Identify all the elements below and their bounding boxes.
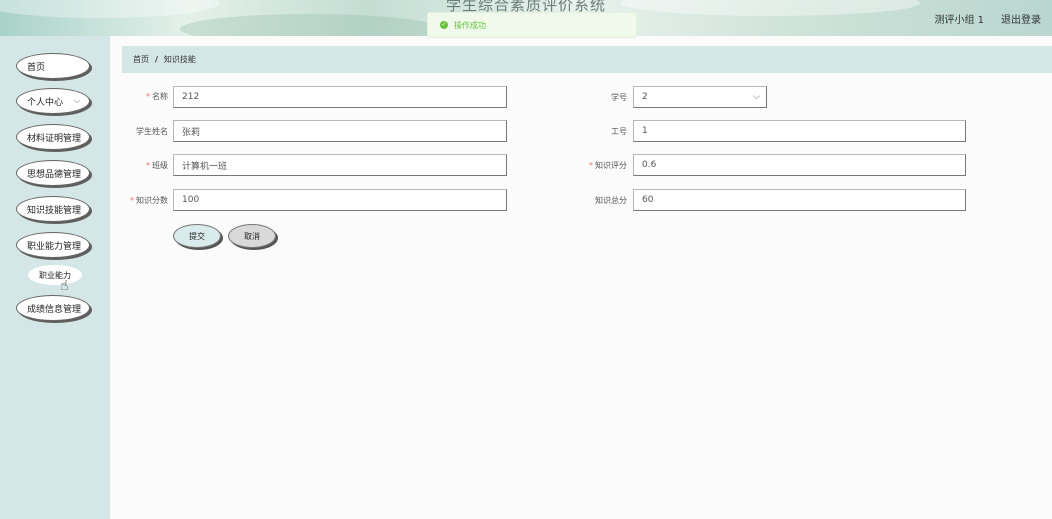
knowledge-score-label-text: 知识分数 — [136, 196, 168, 205]
class-label: * 班级 — [108, 160, 168, 171]
student-name-field[interactable]: 张莉 — [173, 120, 507, 142]
staff-id-field[interactable]: 1 — [633, 120, 966, 142]
required-mark: * — [146, 161, 150, 170]
sidebar-item-label: 个人中心 — [27, 97, 64, 108]
staff-id-label: 工号 — [611, 127, 627, 136]
required-mark: * — [146, 92, 150, 101]
sidebar-item-morality[interactable]: 思想品德管理 — [16, 160, 90, 186]
sidebar-item-personal-center[interactable]: 个人中心 ⌵ — [16, 88, 90, 114]
submit-button[interactable]: 提交 — [173, 224, 221, 248]
success-toast: ✓ 操作成功 — [427, 12, 637, 38]
sidebar-subitem-career-ability[interactable]: 职业能力 — [28, 265, 82, 285]
check-circle-icon: ✓ — [440, 21, 448, 29]
name-value: 212 — [182, 92, 200, 102]
sidebar-item-career-ability[interactable]: 职业能力管理 — [16, 232, 90, 258]
chevron-down-icon: ⌵ — [753, 92, 760, 102]
breadcrumb: 首页 / 知识技能 — [122, 46, 1052, 73]
header-decoration — [180, 14, 440, 36]
current-user: 测评小组 1 — [934, 15, 984, 26]
knowledge-total-value: 60 — [642, 195, 654, 205]
class-label-text: 班级 — [152, 161, 168, 170]
required-mark: * — [589, 161, 593, 170]
knowledge-score-field[interactable]: 100 — [173, 189, 507, 211]
sidebar-item-label: 首页 — [27, 62, 46, 73]
student-id-label: 学号 — [611, 93, 627, 102]
toast-message: 操作成功 — [454, 20, 486, 30]
knowledge-total-label: 知识总分 — [595, 196, 627, 205]
sidebar-item-label: 知识技能管理 — [27, 205, 82, 216]
sidebar-item-materials[interactable]: 材料证明管理 — [16, 124, 90, 150]
sidebar-item-label: 成绩信息管理 — [27, 304, 82, 315]
sidebar-item-label: 思想品德管理 — [27, 169, 82, 180]
student-id-value: 2 — [642, 92, 648, 102]
sidebar-item-grades[interactable]: 成绩信息管理 — [16, 295, 90, 321]
knowledge-rate-label-text: 知识评分 — [595, 161, 627, 170]
logout-button[interactable]: 退出登录 — [1001, 11, 1041, 26]
sidebar-item-label: 职业能力管理 — [27, 241, 82, 252]
knowledge-score-label: * 知识分数 — [108, 195, 168, 206]
name-label: * 名称 — [108, 91, 168, 102]
sidebar-item-label: 材料证明管理 — [27, 133, 82, 144]
knowledge-score-value: 100 — [182, 195, 200, 205]
class-field[interactable]: 计算机一班 — [173, 154, 507, 176]
student-name-label: 学生姓名 — [136, 127, 168, 136]
student-id-select[interactable]: 2 ⌵ — [633, 86, 767, 108]
sidebar-item-home[interactable]: 首页 — [16, 53, 90, 79]
cancel-button[interactable]: 取消 — [228, 224, 276, 248]
knowledge-rate-field[interactable]: 0.6 — [633, 154, 966, 176]
breadcrumb-separator: / — [155, 55, 158, 64]
knowledge-total-field[interactable]: 60 — [633, 189, 966, 211]
breadcrumb-home[interactable]: 首页 — [133, 54, 149, 65]
breadcrumb-current: 知识技能 — [163, 55, 196, 64]
sidebar-item-knowledge-skills[interactable]: 知识技能管理 — [16, 196, 90, 222]
name-field[interactable]: 212 — [173, 86, 507, 108]
chevron-down-icon: ⌵ — [73, 96, 80, 105]
knowledge-rate-value: 0.6 — [642, 160, 657, 170]
staff-id-value: 1 — [642, 126, 648, 136]
required-mark: * — [130, 196, 134, 205]
knowledge-rate-label: * 知识评分 — [567, 160, 627, 171]
class-value: 计算机一班 — [182, 161, 228, 172]
name-label-text: 名称 — [152, 92, 168, 101]
hand-cursor-icon: ☝ — [60, 278, 69, 294]
student-name-value: 张莉 — [182, 127, 201, 138]
